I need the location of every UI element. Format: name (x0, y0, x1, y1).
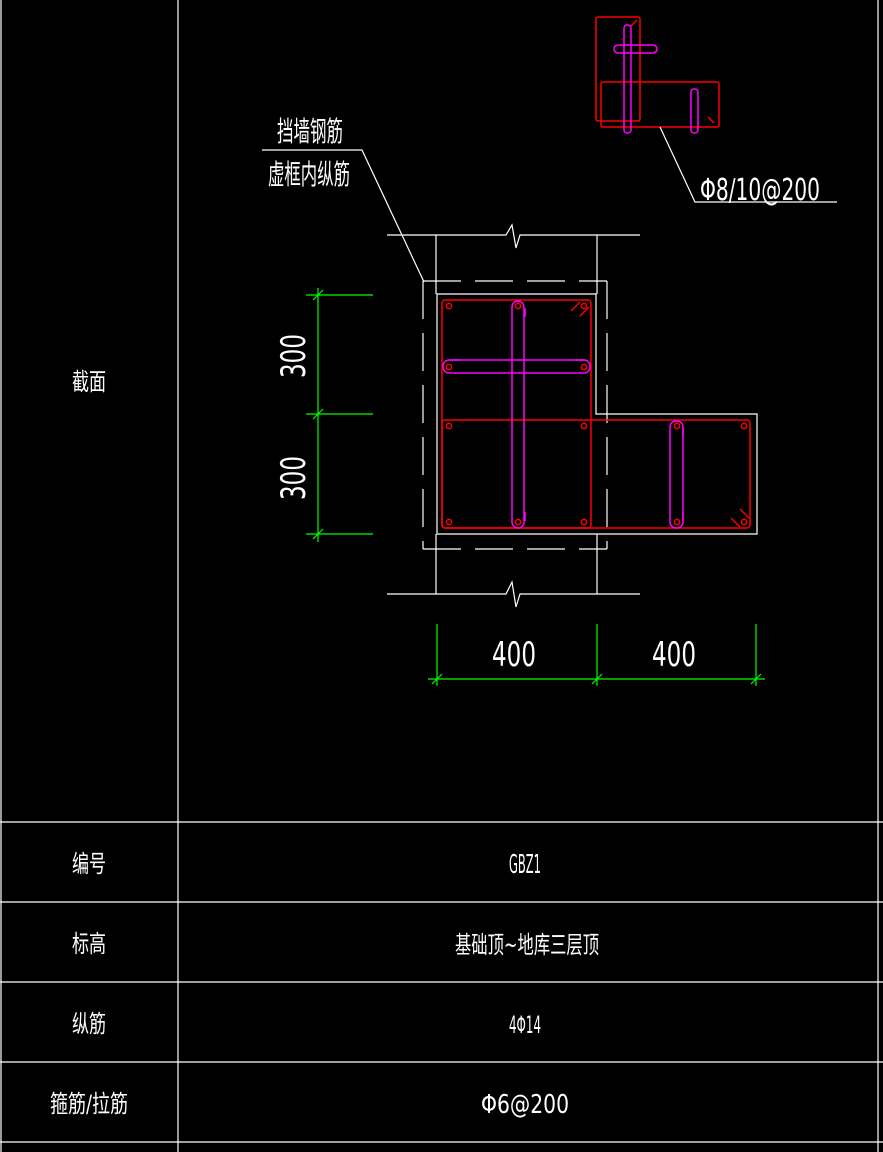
cad-drawing: 截面 编号 GBZ1 标高 基础顶~地库三层顶 纵筋 4Φ14 箍筋/拉筋 Φ6… (0, 0, 883, 1152)
rebar-bar (740, 518, 748, 526)
row-label: 编号 (72, 850, 106, 878)
table-row: 箍筋/拉筋 Φ6@200 (50, 1090, 569, 1120)
row-value: 基础顶~地库三层顶 (455, 931, 599, 959)
rebar-bar (580, 302, 588, 310)
row-value: Φ6@200 (481, 1090, 569, 1120)
rebar-bar (580, 363, 588, 371)
stirrup-spec: Φ8/10@200 (700, 173, 820, 208)
rebar-bar (740, 422, 748, 430)
row-label: 纵筋 (72, 1010, 106, 1038)
stirrup-detail: Φ8/10@200 (595, 16, 837, 208)
wall-outline (387, 223, 640, 608)
dimension-lines (306, 288, 765, 686)
annotation-top: 挡墙钢筋 (277, 115, 343, 148)
rebar-bar (445, 422, 453, 430)
table-row: 编号 GBZ1 (72, 850, 541, 880)
rebar-bar (514, 302, 522, 310)
rebar-bar (580, 518, 588, 526)
row-label: 标高 (72, 930, 106, 958)
rebar-bar (514, 518, 522, 526)
dim-300-bottom: 300 (274, 456, 314, 500)
rebar-bar (445, 302, 453, 310)
annotation-bottom: 虚框内纵筋 (268, 158, 350, 191)
rebar-bar (580, 422, 588, 430)
row-value: GBZ1 (509, 850, 541, 880)
stirrup-vertical (441, 299, 592, 529)
section-outline (436, 293, 758, 535)
dim-400-right: 400 (652, 635, 696, 675)
rebar-bar (445, 363, 453, 371)
dim-300-top: 300 (274, 334, 314, 378)
rebar-bar (673, 422, 681, 430)
row-value: 4Φ14 (509, 1011, 541, 1039)
stirrup-horizontal (441, 419, 751, 529)
rebar-bar (673, 518, 681, 526)
rebar-bar (445, 518, 453, 526)
dim-400-left: 400 (492, 635, 536, 675)
table-row: 标高 基础顶~地库三层顶 (72, 930, 599, 959)
dashed-frame (422, 280, 608, 550)
section-label: 截面 (72, 368, 106, 396)
table-row: 纵筋 4Φ14 (72, 1010, 541, 1039)
row-label: 箍筋/拉筋 (50, 1090, 128, 1118)
